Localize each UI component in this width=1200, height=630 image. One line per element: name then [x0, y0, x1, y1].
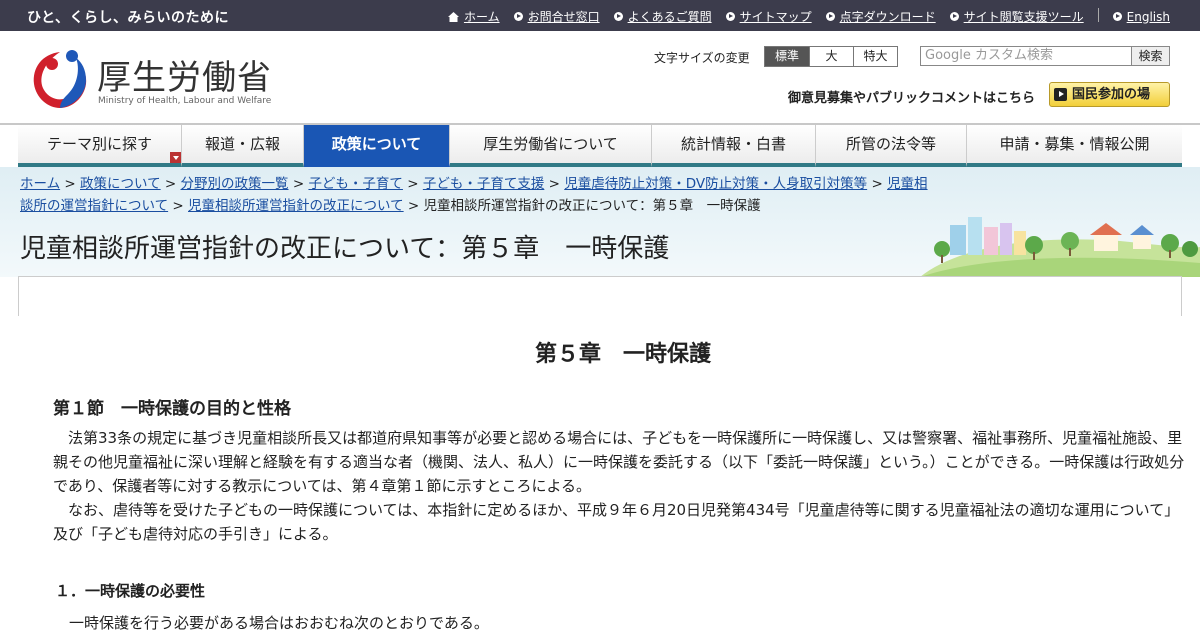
- font-size-switcher: 標準 大 特大: [764, 46, 898, 67]
- breadcrumb-separator: >: [292, 176, 305, 192]
- top-link-braille-label[interactable]: 点字ダウンロード: [840, 8, 936, 25]
- search-input[interactable]: Google カスタム検索: [920, 46, 1132, 66]
- breadcrumb-link[interactable]: ホーム: [20, 176, 60, 192]
- public-comment-link[interactable]: 御意見募集やパブリックコメントはこちら: [788, 87, 1035, 106]
- top-link-sitemap[interactable]: サイトマップ: [725, 8, 812, 25]
- breadcrumb-separator: >: [164, 176, 177, 192]
- breadcrumb-separator: >: [548, 176, 560, 192]
- top-link-braille[interactable]: 点字ダウンロード: [825, 8, 936, 25]
- public-participation-button[interactable]: 国民参加の場: [1049, 82, 1170, 107]
- nav-item-applications[interactable]: 申請・募集・情報公開: [967, 125, 1182, 167]
- top-link-english-label[interactable]: English: [1127, 10, 1170, 24]
- top-link-contact-label[interactable]: お問合せ窓口: [528, 8, 600, 25]
- arrow-circle-icon: [825, 12, 835, 21]
- nav-item-label: 政策について: [331, 135, 422, 153]
- body-paragraph: なお、虐待等を受けた子どもの一時保護については、本指針に定めるほか、平成９年６月…: [53, 501, 1180, 543]
- font-size-xlarge-button[interactable]: 特大: [853, 47, 897, 66]
- breadcrumb-separator: >: [407, 198, 420, 214]
- breadcrumb-link[interactable]: 子ども・子育て: [308, 176, 403, 192]
- page-title: 児童相談所運営指針の改正について：第５章 一時保護: [20, 234, 670, 264]
- arrow-circle-icon: [1112, 12, 1122, 21]
- content-frame: [18, 276, 1182, 316]
- breadcrumb-current: 児童相談所運営指針の改正について：第５章 一時保護: [423, 198, 761, 214]
- top-link-faq[interactable]: よくあるご質問: [613, 8, 712, 25]
- arrow-circle-icon: [725, 12, 735, 21]
- breadcrumb: ホーム > 政策について > 分野別の政策一覧 > 子ども・子育て > 子ども・…: [20, 173, 940, 217]
- arrow-circle-icon: [613, 12, 623, 21]
- arrow-circle-icon: [949, 12, 959, 21]
- search-button[interactable]: 検索: [1131, 46, 1170, 66]
- nav-item-statistics[interactable]: 統計情報・白書: [652, 125, 816, 167]
- top-link-faq-label[interactable]: よくあるご質問: [628, 8, 712, 25]
- font-size-standard-button[interactable]: 標準: [765, 47, 809, 66]
- breadcrumb-separator: >: [172, 198, 184, 214]
- nav-item-themes[interactable]: テーマ別に探す: [18, 125, 182, 167]
- top-link-sitemap-label[interactable]: サイトマップ: [740, 8, 812, 25]
- home-icon: [447, 11, 459, 22]
- body-paragraph: 法第33条の規定に基づき児童相談所長又は都道府県知事等が必要と認める場合には、子…: [53, 429, 1185, 495]
- top-bar: ひと、くらし、みらいのために ホーム お問合せ窓口 よくあるご質問 サイトマップ…: [0, 0, 1200, 31]
- top-link-home-label[interactable]: ホーム: [464, 8, 500, 25]
- breadcrumb-separator: >: [871, 176, 883, 192]
- arrow-right-icon: [1054, 88, 1067, 101]
- nav-item-policy[interactable]: 政策について: [304, 125, 450, 167]
- breadcrumb-separator: >: [407, 176, 419, 192]
- top-link-accessibility-label[interactable]: サイト閲覧支援ツール: [964, 8, 1084, 25]
- breadcrumb-link[interactable]: 子ども・子育て支援: [423, 176, 545, 192]
- nav-item-label: 厚生労働省について: [483, 135, 618, 153]
- global-nav: テーマ別に探す 報道・広報 政策について 厚生労働省について 統計情報・白書 所…: [18, 125, 1182, 167]
- top-link-home[interactable]: ホーム: [447, 8, 500, 25]
- font-size-large-button[interactable]: 大: [809, 47, 853, 66]
- top-link-english[interactable]: English: [1112, 8, 1170, 25]
- top-links: ホーム お問合せ窓口 よくあるご質問 サイトマップ 点字ダウンロード サイト閲覧…: [434, 8, 1170, 25]
- site-slogan: ひと、くらし、みらいのために: [27, 10, 230, 26]
- font-size-label: 文字サイズの変更: [654, 51, 750, 65]
- breadcrumb-link[interactable]: 児童虐待防止対策・DV防止対策・人身取引対策等: [564, 176, 867, 192]
- breadcrumb-link[interactable]: 分野別の政策一覧: [181, 176, 289, 192]
- breadcrumb-link[interactable]: 政策について: [80, 176, 161, 192]
- subsection-heading: １．一時保護の必要性: [55, 582, 206, 600]
- dropdown-corner-icon: [170, 152, 181, 163]
- nav-item-label: 申請・募集・情報公開: [999, 135, 1150, 153]
- nav-item-press[interactable]: 報道・広報: [182, 125, 304, 167]
- nav-item-label: テーマ別に探す: [46, 135, 152, 153]
- nav-item-label: 所管の法令等: [845, 135, 936, 153]
- body-paragraph: 一時保護を行う必要がある場合はおおむね次のとおりである。: [69, 614, 489, 630]
- top-link-contact[interactable]: お問合せ窓口: [513, 8, 600, 25]
- nav-item-laws[interactable]: 所管の法令等: [816, 125, 967, 167]
- logo-english-text: Ministry of Health, Labour and Welfare: [98, 96, 272, 106]
- chapter-heading: 第５章 一時保護: [534, 342, 711, 367]
- divider: [1097, 8, 1099, 22]
- logo-text[interactable]: 厚生労働省: [97, 50, 272, 99]
- section-heading: 第１節 一時保護の目的と性格: [53, 399, 291, 419]
- top-link-accessibility[interactable]: サイト閲覧支援ツール: [949, 8, 1084, 25]
- public-participation-label: 国民参加の場: [1072, 87, 1151, 102]
- nav-item-about[interactable]: 厚生労働省について: [450, 125, 652, 167]
- breadcrumb-separator: >: [64, 176, 76, 192]
- town-illustration-icon: [920, 217, 1200, 277]
- nav-item-label: 報道・広報: [204, 135, 280, 153]
- arrow-circle-icon: [513, 12, 523, 21]
- mhlw-logo-icon[interactable]: [30, 44, 90, 110]
- breadcrumb-link[interactable]: 児童相談所運営指針の改正について: [188, 198, 404, 214]
- nav-item-label: 統計情報・白書: [680, 135, 786, 153]
